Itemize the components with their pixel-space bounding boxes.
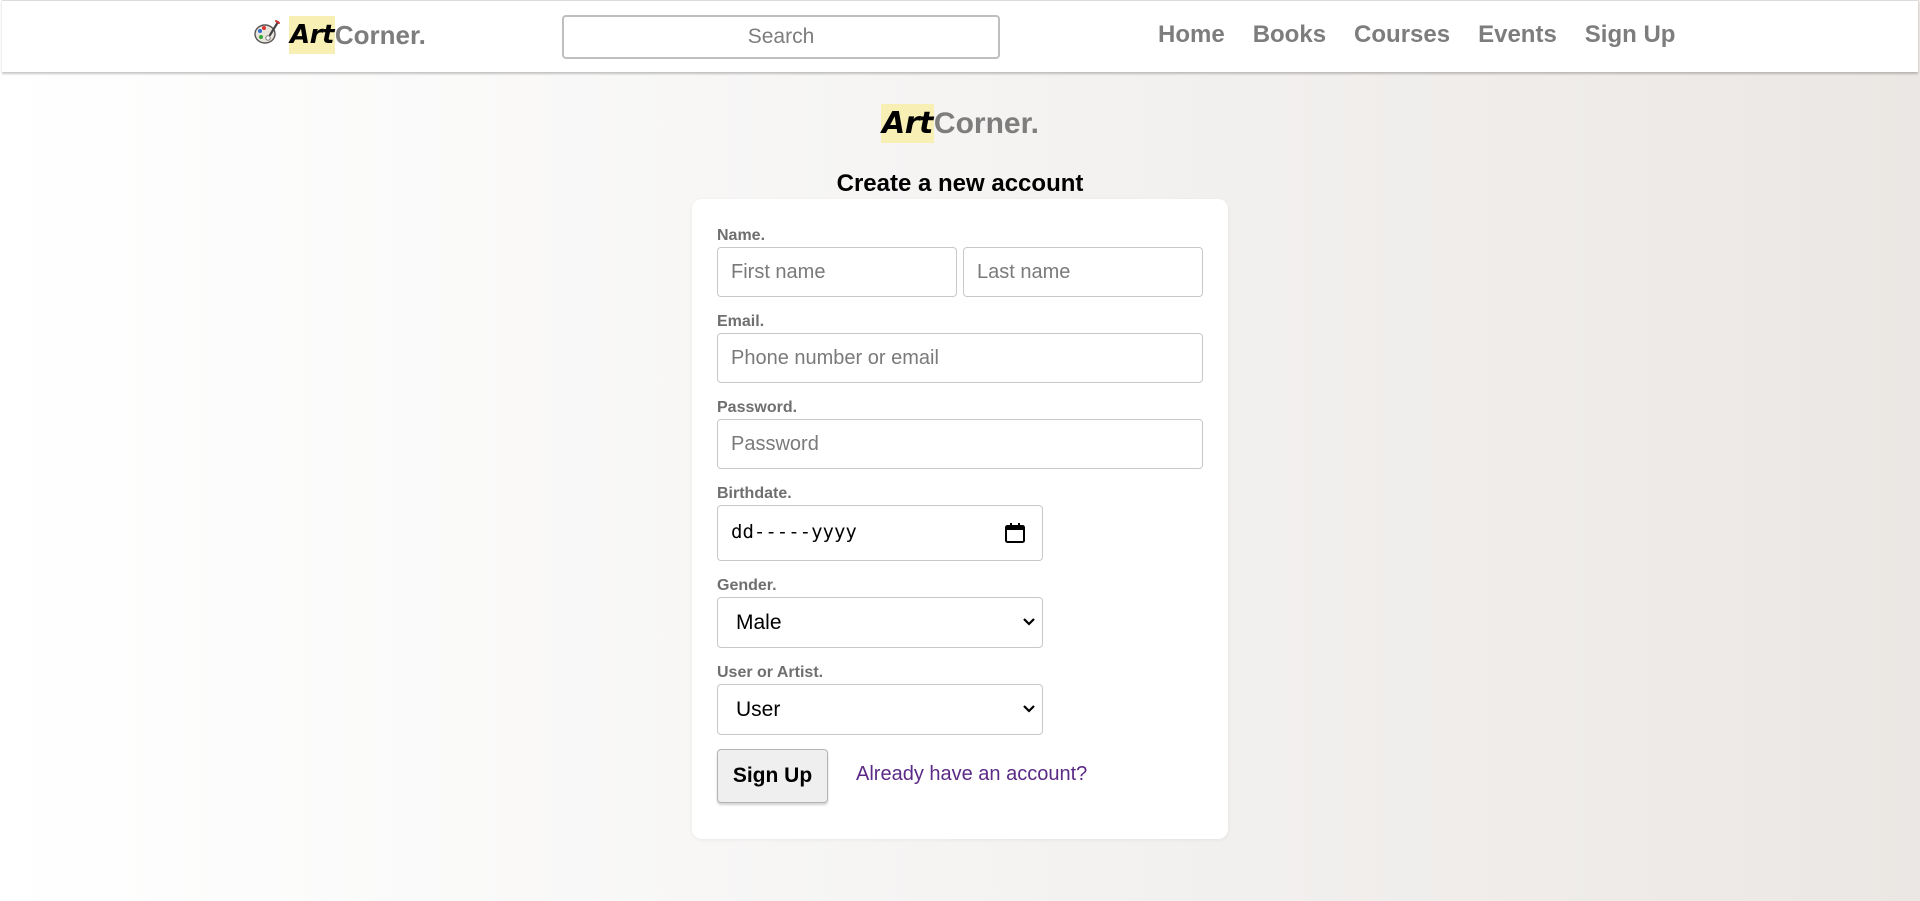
hero-brand: ArtCorner. [0,104,1920,144]
gender-label: Gender. [717,577,777,594]
brand-corner-text: Corner. [334,20,426,50]
birthdate-label: Birthdate. [717,485,792,502]
gender-select[interactable]: Male [717,597,1043,648]
hero-art-text: Art [881,104,934,143]
nav-link-home[interactable]: Home [1158,19,1225,51]
birthdate-value: dd-----yyyy [731,521,857,543]
calendar-icon[interactable] [1004,522,1026,544]
brand-logo-link[interactable]: Art Corner. [253,16,426,54]
chevron-down-icon [1023,618,1035,626]
role-select-value: User [736,698,781,721]
hero-corner-text: Corner. [933,107,1039,140]
palette-icon [254,20,280,44]
form-title: Create a new account [836,170,1084,197]
role-select[interactable]: User [717,684,1043,735]
email-label: Email. [717,313,765,330]
search-input[interactable] [562,15,1000,59]
signup-form-card: Name. Email. Password. Birthdate. dd----… [692,199,1228,839]
top-navbar: ArtCorner. Home Books Courses Events Sig… [2,0,1918,72]
first-name-input[interactable] [717,247,957,297]
nav-link-signup[interactable]: Sign Up [1585,19,1676,51]
nav-link-courses[interactable]: Courses [1354,19,1450,51]
password-input[interactable] [717,419,1203,469]
nav-links: Home Books Courses Events Sign Up [1158,19,1703,51]
brand-art-text: Art [289,16,335,54]
chevron-down-icon [1023,705,1035,713]
password-label: Password. [717,399,798,416]
role-label: User or Artist. [717,664,824,681]
email-input[interactable] [717,333,1203,383]
nav-link-books[interactable]: Books [1253,19,1326,51]
login-link[interactable]: Already have an account? [856,763,1087,786]
signup-submit-button[interactable]: Sign Up [717,749,828,803]
nav-link-events[interactable]: Events [1478,19,1557,51]
birthdate-input[interactable]: dd-----yyyy [717,505,1043,561]
gender-select-value: Male [736,611,782,634]
last-name-input[interactable] [963,247,1203,297]
name-label: Name. [717,227,766,244]
